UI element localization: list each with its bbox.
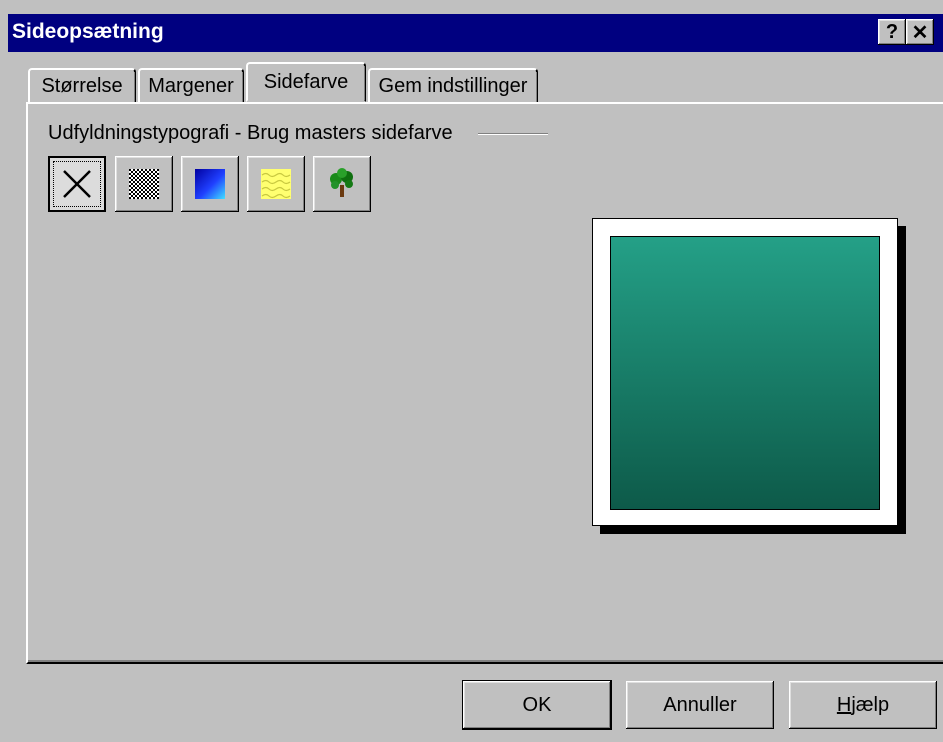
- tab-stoerrelse[interactable]: Størrelse: [28, 68, 136, 102]
- group-separator: [478, 133, 548, 135]
- fill-style-label: Udfyldningstypografi - Brug masters side…: [48, 122, 453, 144]
- texture-fill-button[interactable]: [247, 156, 305, 212]
- page-setup-dialog: Sideopsætning ? ✕ Størrelse Margener Sid…: [0, 0, 943, 742]
- preview-fill: [610, 236, 880, 510]
- tab-gem-indstillinger[interactable]: Gem indstillinger: [368, 68, 538, 102]
- x-icon: [63, 170, 91, 198]
- close-icon[interactable]: ✕: [906, 19, 934, 45]
- title-bar[interactable]: Sideopsætning ? ✕: [8, 14, 943, 52]
- tree-picture-icon: [330, 168, 353, 197]
- yellow-texture-icon: [261, 169, 291, 199]
- tab-sidefarve[interactable]: Sidefarve: [246, 62, 366, 102]
- tab-margener[interactable]: Margener: [138, 68, 244, 102]
- picture-fill-button[interactable]: [313, 156, 371, 212]
- no-fill-button[interactable]: [48, 156, 106, 212]
- help-button[interactable]: Hjælp: [789, 681, 937, 729]
- ok-button[interactable]: OK: [462, 680, 612, 730]
- gradient-fill-button[interactable]: [181, 156, 239, 212]
- pattern-fill-button[interactable]: [115, 156, 173, 212]
- help-icon[interactable]: ?: [878, 19, 906, 45]
- dialog-title: Sideopsætning: [12, 20, 164, 43]
- blue-gradient-icon: [195, 169, 225, 199]
- checker-pattern-icon: [129, 169, 159, 199]
- page-preview: [592, 218, 898, 526]
- cancel-button[interactable]: Annuller: [626, 681, 774, 729]
